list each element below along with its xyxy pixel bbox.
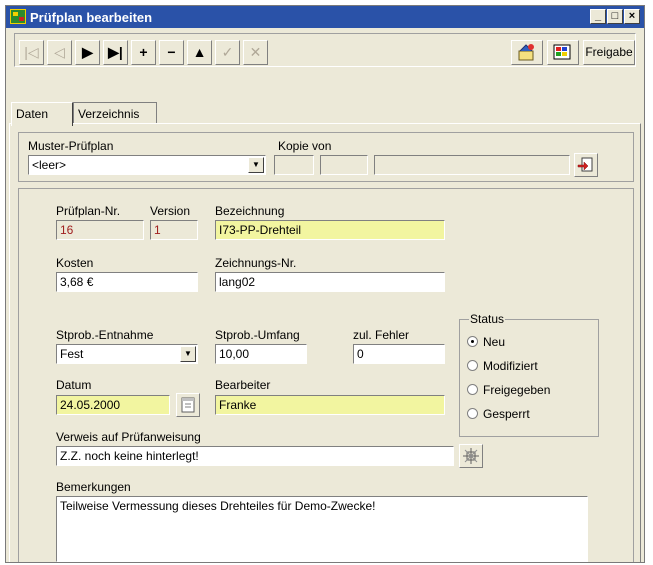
app-icon [10,9,26,24]
minimize-button[interactable]: _ [590,9,606,24]
wizard-icon [518,44,534,61]
fehler-label: zul. Fehler [353,328,410,342]
status-radio-group: Neu Modifiziert Freigegeben Gesperrt [459,319,599,437]
maximize-button[interactable]: □ [607,9,623,24]
tab-daten[interactable]: Daten [11,102,73,126]
radio-icon [467,408,478,419]
kopie-field-3[interactable] [374,155,570,175]
umfang-field[interactable]: 10,00 [215,344,307,364]
entnahme-label: Stprob.-Entnahme [56,328,154,342]
freigabe-button[interactable]: Freigabe [583,40,635,65]
umfang-label: Stprob.-Umfang [215,328,300,342]
verweis-field[interactable]: Z.Z. noch keine hinterlegt! [56,446,454,466]
delete-record-button[interactable]: − [159,40,184,65]
palette-icon [553,44,571,60]
entnahme-value: Fest [60,347,84,361]
kosten-label: Kosten [56,256,94,270]
datum-field[interactable]: 24.05.2000 [56,395,170,415]
status-option-modifiziert[interactable]: Modifiziert [467,359,538,373]
kopie-label: Kopie von [278,139,332,153]
daten-panel: Muster-Prüfplan <leer> ▼ Kopie von Prüfp… [9,123,641,562]
cancel-edit-button[interactable]: ✕ [243,40,268,65]
confirm-button[interactable]: ✓ [215,40,240,65]
bemerkungen-label: Bemerkungen [56,480,131,494]
first-record-button[interactable]: |◁ [19,40,44,65]
tab-verzeichnis[interactable]: Verzeichnis [73,102,157,124]
kopie-field-2[interactable] [320,155,368,175]
pruefplan-window: Prüfplan bearbeiten _ □ × |◁ ◁ ▶ ▶| + − … [5,5,645,563]
window-title: Prüfplan bearbeiten [30,10,153,25]
bezeichnung-field[interactable]: I73-PP-Drehteil [215,220,445,240]
muster-select[interactable]: <leer> ▼ [28,155,266,175]
next-record-button[interactable]: ▶ [75,40,100,65]
datum-label: Datum [56,378,92,392]
network-icon [463,448,479,464]
status-option-neu[interactable]: Neu [467,335,505,349]
chevron-down-icon[interactable]: ▼ [248,157,264,173]
bearbeiter-field[interactable]: Franke [215,395,445,415]
pruefplan-nr-field: 16 [56,220,144,240]
edit-record-button[interactable]: ▲ [187,40,212,65]
muster-label: Muster-Prüfplan [28,139,114,153]
zeichnungs-field[interactable]: lang02 [215,272,445,292]
attach-document-button[interactable] [459,444,483,468]
kopie-field-1[interactable] [274,155,314,175]
chevron-down-icon[interactable]: ▼ [180,346,196,362]
last-record-button[interactable]: ▶| [103,40,128,65]
kosten-field[interactable]: 3,68 € [56,272,198,292]
status-option-gesperrt[interactable]: Gesperrt [467,407,530,421]
entnahme-select[interactable]: Fest ▼ [56,344,198,364]
bemerkungen-textarea[interactable]: Teilweise Vermessung dieses Drehteiles f… [56,496,588,562]
version-label: Version [150,204,191,218]
wizard-icon-button[interactable] [511,40,543,65]
status-option-freigegeben[interactable]: Freigegeben [467,383,550,397]
pruefplan-nr-label: Prüfplan-Nr. [56,204,121,218]
navigation-toolbar: |◁ ◁ ▶ ▶| + − ▲ ✓ ✕ Freigabe [14,33,636,67]
calendar-button[interactable] [176,393,200,417]
calendar-icon [181,397,195,413]
radio-selected-icon [467,336,478,347]
radio-icon [467,360,478,371]
bearbeiter-label: Bearbeiter [215,378,271,392]
copy-plan-button[interactable] [574,153,598,177]
verweis-label: Verweis auf Prüfanweisung [56,430,201,444]
muster-value: <leer> [32,158,67,172]
zeichnungs-label: Zeichnungs-Nr. [215,256,297,270]
add-record-button[interactable]: + [131,40,156,65]
close-button[interactable]: × [624,9,640,24]
bezeichnung-label: Bezeichnung [215,204,285,218]
fehler-field[interactable]: 0 [353,344,445,364]
title-bar[interactable]: Prüfplan bearbeiten _ □ × [6,6,644,28]
prev-record-button[interactable]: ◁ [47,40,72,65]
palette-icon-button[interactable] [547,40,579,65]
radio-icon [467,384,478,395]
version-field: 1 [150,220,198,240]
copy-document-icon [577,157,593,172]
